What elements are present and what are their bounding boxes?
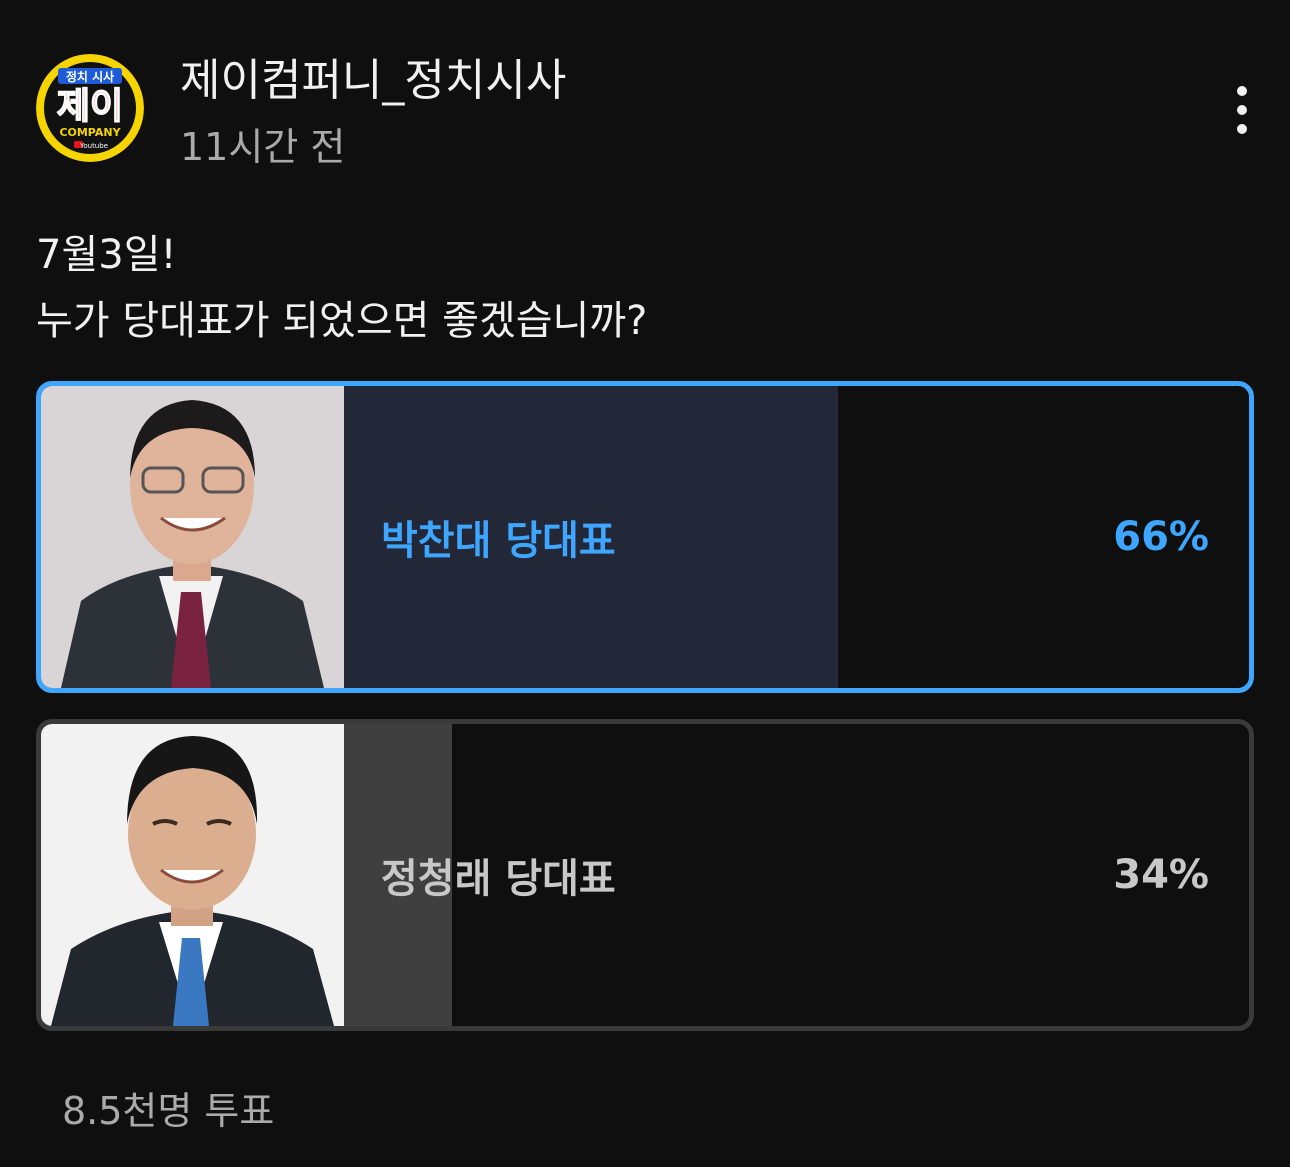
channel-logo-icon: 정치 시사 제이 COMPANY Youtube <box>36 54 144 162</box>
person-portrait-icon <box>41 386 344 688</box>
poll-option-percent: 66% <box>1113 514 1209 560</box>
poll-option-label: 박찬대 당대표 <box>381 518 616 564</box>
svg-text:COMPANY: COMPANY <box>59 126 121 139</box>
poll-option-1[interactable]: 박찬대 당대표 66% <box>36 381 1254 693</box>
more-options-icon[interactable] <box>1218 80 1266 140</box>
post-line-2: 누가 당대표가 되었으면 좋겠습니까? <box>36 298 648 344</box>
candidate-photo <box>41 724 344 1026</box>
poll-option-label: 정청래 당대표 <box>381 856 616 902</box>
post-header: 정치 시사 제이 COMPANY Youtube 제이컴퍼니_정치시사 11시간… <box>0 0 1290 200</box>
poll-option-2[interactable]: 정청래 당대표 34% <box>36 719 1254 1031</box>
svg-text:Youtube: Youtube <box>79 142 108 150</box>
person-portrait-icon <box>41 724 344 1026</box>
post-line-1: 7월3일! <box>36 232 177 278</box>
post-text: 7월3일! 누가 당대표가 되었으면 좋겠습니까? <box>36 222 647 354</box>
post-timestamp: 11시간 전 <box>180 125 346 169</box>
poll-option-percent: 34% <box>1113 852 1209 898</box>
svg-text:정치 시사: 정치 시사 <box>66 69 114 84</box>
poll-vote-count: 8.5천명 투표 <box>62 1089 275 1133</box>
channel-name[interactable]: 제이컴퍼니_정치시사 <box>180 44 566 108</box>
channel-avatar[interactable]: 정치 시사 제이 COMPANY Youtube <box>36 54 144 162</box>
candidate-photo <box>41 386 344 688</box>
svg-text:제이: 제이 <box>57 86 123 127</box>
